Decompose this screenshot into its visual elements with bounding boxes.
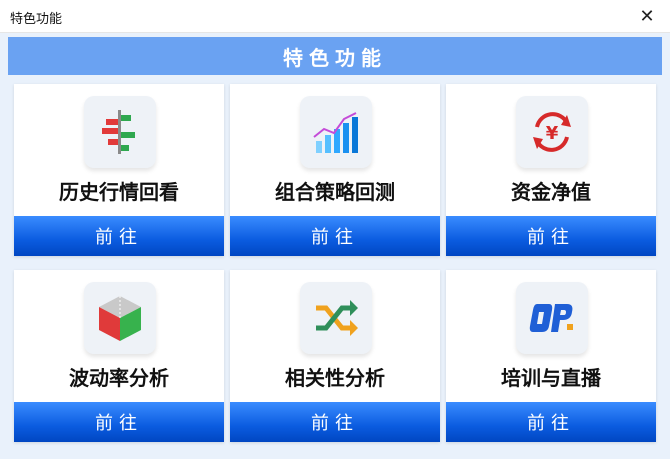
window-title: 特色功能 [10, 12, 63, 27]
card-volatility-label: 波动率分析 [69, 366, 169, 390]
header-banner: 特色功能 [8, 37, 662, 75]
main-content: 特色功能 历史行情回看 前往 组合策略回测 前往 ¥ 资金净值 前往 波动率分析… [0, 33, 670, 459]
shuffle-icon [300, 282, 372, 354]
card-backtest-label: 组合策略回测 [275, 180, 395, 204]
op-logo-icon [516, 282, 588, 354]
card-networth: ¥ 资金净值 前往 [446, 84, 656, 256]
card-backtest: 组合策略回测 前往 [230, 84, 440, 256]
card-correlation-go-button[interactable]: 前往 [230, 402, 440, 442]
card-history: 历史行情回看 前往 [14, 84, 224, 256]
title-bar: 特色功能 ✕ [0, 0, 670, 33]
history-chart-icon [84, 96, 156, 168]
card-volatility: 波动率分析 前往 [14, 270, 224, 442]
card-volatility-go-button[interactable]: 前往 [14, 402, 224, 442]
cube-icon [84, 282, 156, 354]
card-correlation-label: 相关性分析 [285, 366, 385, 390]
close-button[interactable]: ✕ [624, 0, 670, 32]
card-networth-label: 资金净值 [511, 180, 591, 204]
yen-cycle-icon: ¥ [516, 96, 588, 168]
card-correlation: 相关性分析 前往 [230, 270, 440, 442]
card-networth-go-button[interactable]: 前往 [446, 216, 656, 256]
card-history-go-button[interactable]: 前往 [14, 216, 224, 256]
growth-chart-icon [300, 96, 372, 168]
svg-text:¥: ¥ [546, 123, 559, 144]
close-icon: ✕ [639, 5, 655, 27]
card-training: 培训与直播 前往 [446, 270, 656, 442]
card-history-label: 历史行情回看 [59, 180, 179, 204]
card-backtest-go-button[interactable]: 前往 [230, 216, 440, 256]
card-training-label: 培训与直播 [501, 366, 601, 390]
card-training-go-button[interactable]: 前往 [446, 402, 656, 442]
